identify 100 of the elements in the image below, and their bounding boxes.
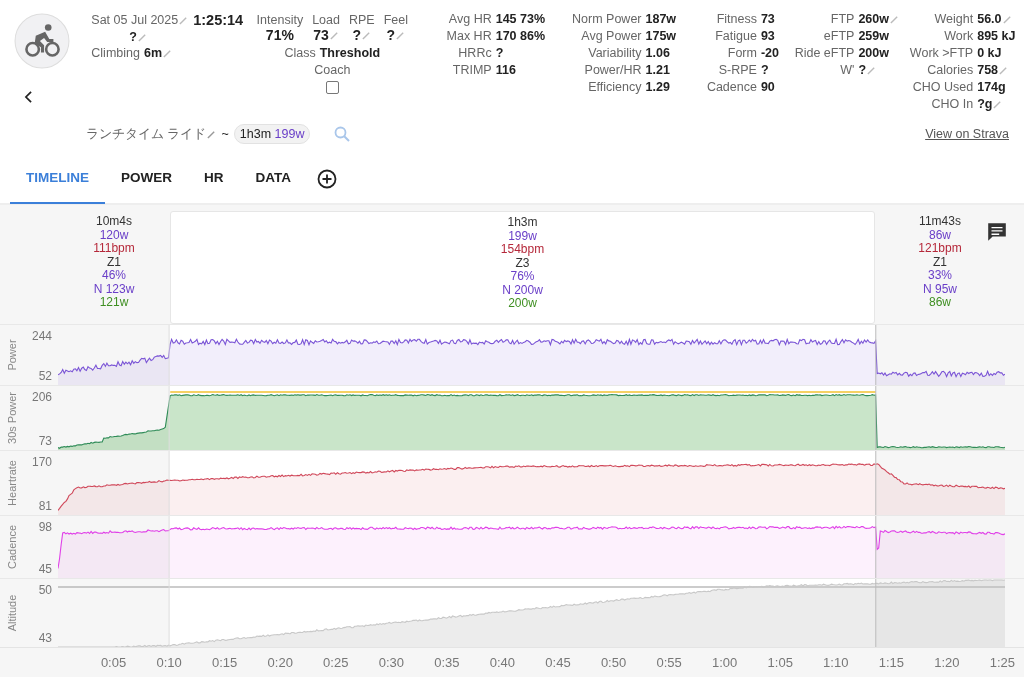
x-tick-label: 0:50 [600, 655, 627, 670]
x-tick-label: 1:10 [823, 655, 849, 670]
stat-label: Class [284, 46, 316, 60]
stat-value: ? [495, 46, 504, 60]
stat-value[interactable]: 758 [977, 63, 1009, 77]
stat-label: Feel [383, 13, 408, 27]
y-tick-label: 81 [38, 499, 52, 513]
pencil-icon[interactable] [163, 48, 173, 58]
x-tick-label: 1:15 [878, 655, 904, 670]
stat-value: 0 kJ [977, 46, 1002, 60]
pencil-icon[interactable] [137, 32, 147, 42]
pencil-icon[interactable] [396, 30, 406, 40]
interval-stat: N 123w [93, 282, 135, 296]
y-tick-label: 52 [38, 369, 52, 383]
y-tick-label: 43 [38, 631, 52, 645]
pencil-icon[interactable] [999, 65, 1009, 75]
activity-duration: 1:25:14 [193, 12, 244, 28]
stat-value[interactable]: ? [386, 27, 406, 43]
y-tick-label: 50 [38, 583, 52, 597]
stat-value: 895 kJ [977, 29, 1016, 43]
stat-value[interactable]: 6m [143, 46, 173, 60]
pencil-icon[interactable] [890, 14, 899, 24]
interval-stat: 199w [508, 229, 537, 243]
tab[interactable]: POWER [105, 153, 188, 204]
stat-value[interactable]: ? [858, 63, 877, 77]
stat-label: CHO In [930, 97, 974, 111]
stat-label: S-RPE [717, 63, 757, 77]
y-tick-label: 206 [31, 390, 52, 404]
activity-name[interactable]: ランチタイム ライド [86, 125, 217, 143]
search-icon[interactable] [334, 126, 351, 142]
stat-label: Variability [587, 46, 642, 60]
stat-label: eFTP [822, 29, 855, 43]
interval-stat: 10m4s [96, 215, 132, 229]
interval-summary[interactable]: 10m4s 120w 111bpm Z1 46% N 123w 121w [58, 211, 170, 324]
tab[interactable]: DATA [239, 153, 307, 204]
interval-stat: 121bpm [918, 242, 962, 256]
pencil-icon[interactable] [993, 99, 1003, 109]
interval-stat: 76% [510, 270, 535, 284]
y-tick-label: 73 [38, 434, 52, 448]
view-on-strava-link[interactable]: View on Strava [925, 127, 1009, 141]
stat-label: Fatigue [714, 29, 757, 43]
stat-label: Efficiency [587, 80, 642, 94]
stat-value[interactable]: 73 [313, 27, 339, 43]
stat-value: 1.21 [645, 63, 670, 77]
stat-label: Form [726, 46, 757, 60]
tilde-separator: ~ [221, 127, 229, 141]
stat-value[interactable]: ? [352, 27, 372, 43]
x-tick-label: 0:25 [323, 655, 349, 670]
interval-summary[interactable]: 1h3m 199w 154bpm Z3 76% N 200w 200w [170, 211, 875, 324]
activity-field-value[interactable]: ? [129, 30, 147, 44]
stat-label: Climbing [91, 46, 140, 60]
interval-stat: 200w [508, 297, 537, 311]
coach-label: Coach [314, 63, 351, 77]
axis-title: Altitude [6, 594, 18, 632]
tab[interactable]: HR [188, 153, 240, 204]
pencil-icon[interactable] [1002, 14, 1012, 24]
axis-title: Power [6, 339, 18, 371]
activity-date[interactable]: Sat 05 Jul 2025 [91, 13, 189, 27]
x-tick-label: 1:05 [767, 655, 793, 670]
back-chevron-icon[interactable] [24, 91, 33, 103]
interval-stat: 33% [928, 269, 952, 283]
comment-icon[interactable] [986, 221, 1008, 243]
interval-chip[interactable]: 1h3m 199w [233, 124, 311, 144]
x-tick-label: 0:10 [156, 655, 182, 670]
stat-label: HRRc [457, 46, 492, 60]
x-tick-label: 0:05 [100, 655, 127, 670]
axis-title: Cadence [6, 525, 18, 569]
axis-title: 30s Power [6, 392, 18, 444]
x-tick-label: 0:35 [434, 655, 460, 670]
stat-value[interactable]: 56.0 [977, 12, 1012, 26]
pencil-icon[interactable] [207, 129, 217, 139]
pencil-icon[interactable] [362, 30, 372, 40]
stat-label: Ride eFTP [793, 46, 855, 60]
x-tick-label: 0:45 [545, 655, 571, 670]
interval-stat: 120w [99, 228, 129, 242]
interval-stat: 154bpm [500, 243, 545, 257]
interval-stat: Z1 [107, 255, 121, 269]
pencil-icon[interactable] [329, 30, 339, 40]
y-tick-label: 244 [31, 329, 52, 343]
add-icon[interactable] [317, 168, 337, 189]
x-tick-label: 0:55 [656, 655, 682, 670]
y-tick-label: 170 [31, 455, 52, 469]
stat-label: TRIMP [451, 63, 492, 77]
stat-value: 1.29 [645, 80, 670, 94]
stat-value: 174g [977, 80, 1006, 94]
stat-label: Cadence [705, 80, 757, 94]
coach-checkbox[interactable] [325, 81, 339, 94]
stat-value: 200w [858, 46, 889, 60]
pencil-icon[interactable] [179, 15, 189, 25]
interval-summary[interactable]: 11m43s 86w 121bpm Z1 33% N 95w 86w [875, 211, 1005, 324]
x-tick-label: 0:30 [378, 655, 404, 670]
interval-stat: 111bpm [93, 242, 135, 256]
stat-label: Avg HR [447, 12, 492, 26]
interval-stat: 86w [929, 228, 951, 242]
stat-value[interactable]: ?g [977, 97, 1003, 111]
stat-value: 90 [760, 80, 775, 94]
stat-value: 71% [265, 27, 294, 43]
pencil-icon[interactable] [867, 65, 877, 75]
axis-title: Heartrate [6, 460, 18, 506]
stat-value[interactable]: 260w [858, 12, 899, 26]
